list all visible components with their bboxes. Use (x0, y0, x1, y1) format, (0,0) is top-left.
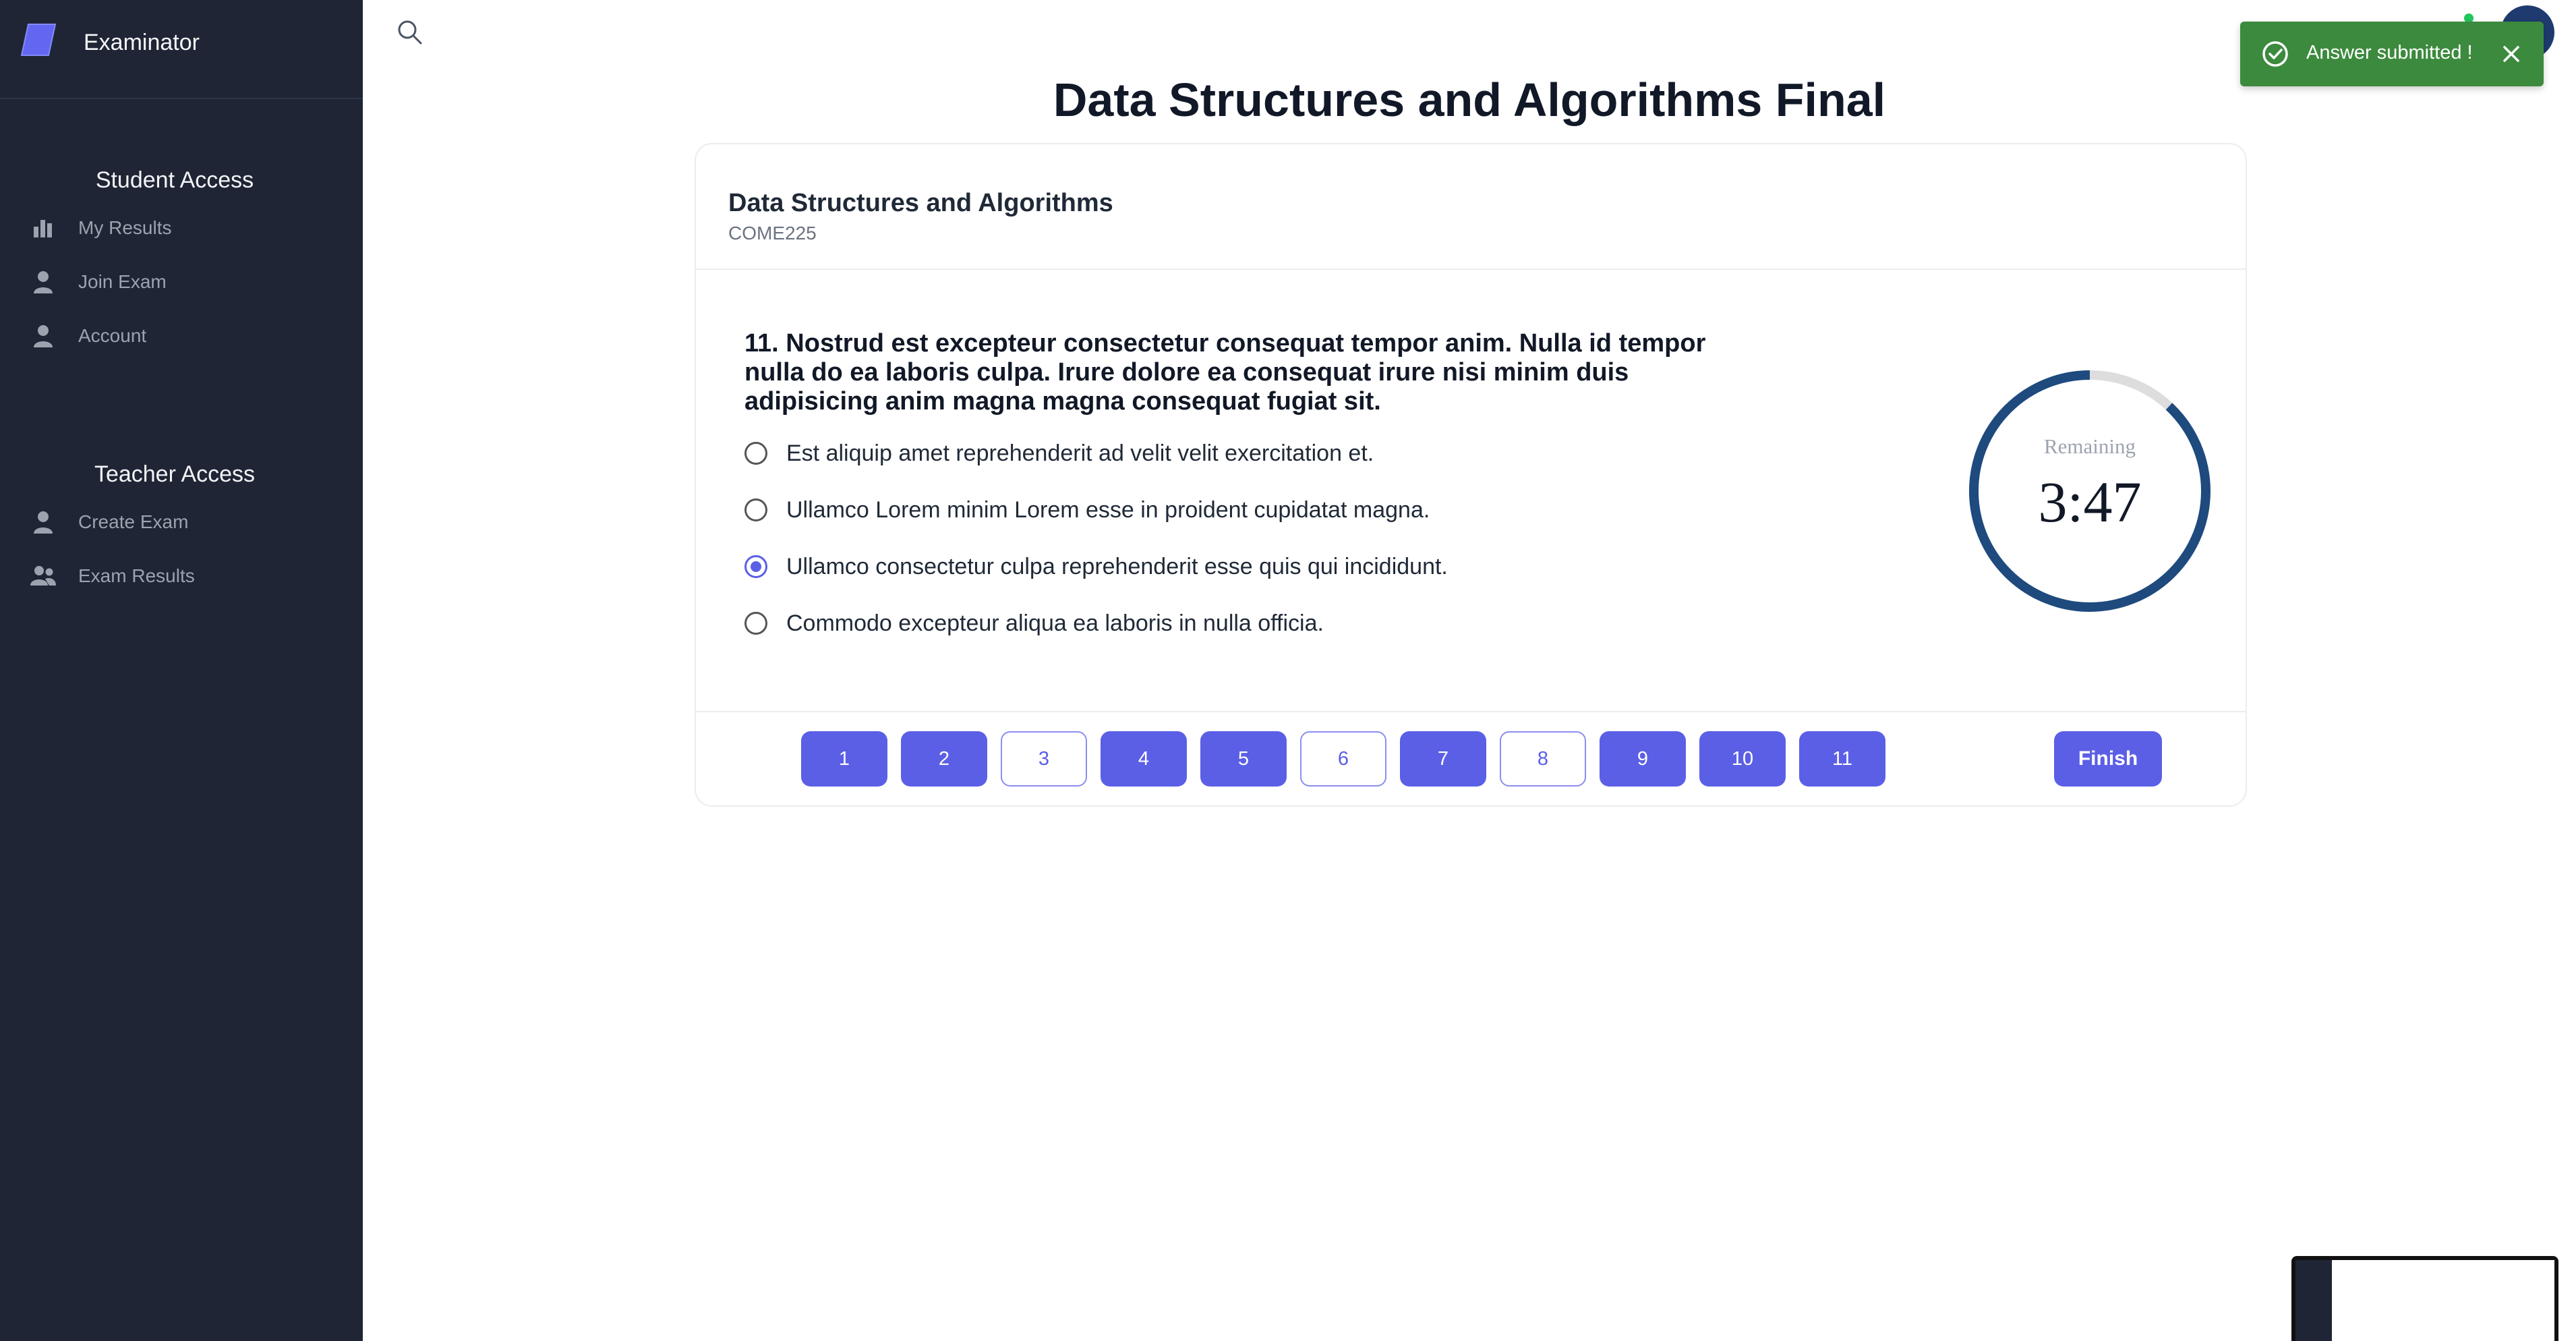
page-title: Data Structures and Algorithms Final (1053, 74, 1886, 126)
card-header: Data Structures and Algorithms COME225 (696, 144, 2246, 270)
question-nav-button-3[interactable]: 3 (1001, 731, 1087, 787)
option-label: Commodo excepteur aliqua ea laboris in n… (786, 610, 1324, 636)
users-icon (30, 563, 57, 590)
radio-button[interactable] (744, 442, 767, 465)
sidebar-item-label: Create Exam (78, 511, 189, 532)
bar-chart-icon (30, 215, 57, 241)
sidebar-item-label: Join Exam (78, 271, 167, 292)
radio-button[interactable] (744, 498, 767, 521)
sidebar-item-join-exam[interactable]: Join Exam (30, 262, 326, 302)
sidebar-item-label: Exam Results (78, 565, 195, 586)
sidebar-item-exam-results[interactable]: Exam Results (30, 556, 326, 596)
screen-preview-thumbnail (2291, 1256, 2558, 1341)
question-nav-button-6[interactable]: 6 (1300, 731, 1386, 787)
question-nav-button-5[interactable]: 5 (1200, 731, 1287, 787)
app-logo-icon (20, 24, 57, 56)
question-nav-button-11[interactable]: 11 (1799, 731, 1885, 787)
answer-option[interactable]: Est aliquip amet reprehenderit ad velit … (744, 433, 1689, 474)
sidebar-item-account[interactable]: Account (30, 316, 326, 356)
option-label: Ullamco consectetur culpa reprehenderit … (786, 553, 1448, 579)
question-nav-button-1[interactable]: 1 (801, 731, 887, 787)
check-circle-icon (2262, 41, 2288, 67)
question-nav-button-9[interactable]: 9 (1600, 731, 1686, 787)
sidebar-item-label: Account (78, 325, 147, 346)
timer-value: 3:47 (2038, 469, 2142, 534)
question-nav-button-7[interactable]: 7 (1400, 731, 1486, 787)
question-text: 11. Nostrud est excepteur consectetur co… (744, 329, 1706, 416)
sidebar: Examinator Student Access My Results Joi… (0, 0, 363, 1341)
question-nav-button-8[interactable]: 8 (1500, 731, 1586, 787)
answer-option[interactable]: Ullamco consectetur culpa reprehenderit … (744, 546, 1689, 587)
toast-message: Answer submitted ! (2306, 42, 2473, 63)
question-nav-button-4[interactable]: 4 (1101, 731, 1187, 787)
finish-button[interactable]: Finish (2054, 731, 2162, 787)
answer-option[interactable]: Ullamco Lorem minim Lorem esse in proide… (744, 490, 1689, 530)
student-access-title: Student Access (95, 167, 254, 193)
course-name: Data Structures and Algorithms (728, 189, 1113, 217)
course-code: COME225 (728, 223, 817, 244)
app-name: Examinator (84, 30, 200, 55)
sidebar-item-my-results[interactable]: My Results (30, 208, 326, 248)
teacher-access-title: Teacher Access (94, 461, 256, 487)
divider (696, 711, 2246, 712)
sidebar-item-label: My Results (78, 217, 172, 238)
sidebar-item-create-exam[interactable]: Create Exam (30, 502, 326, 542)
radio-button[interactable] (744, 612, 767, 635)
close-icon[interactable] (2498, 40, 2525, 67)
brand[interactable]: Examinator (0, 0, 363, 99)
timer-label: Remaining (2043, 434, 2136, 458)
radio-button-selected[interactable] (744, 555, 767, 578)
user-icon (30, 322, 57, 349)
search-icon[interactable] (395, 18, 425, 47)
question-nav-button-2[interactable]: 2 (901, 731, 987, 787)
option-label: Est aliquip amet reprehenderit ad velit … (786, 440, 1374, 466)
question-nav-button-10[interactable]: 10 (1699, 731, 1786, 787)
exam-card: Data Structures and Algorithms COME225 1… (695, 143, 2247, 807)
user-icon (30, 268, 57, 295)
answer-option[interactable]: Commodo excepteur aliqua ea laboris in n… (744, 603, 1689, 644)
user-icon (30, 509, 57, 536)
option-label: Ullamco Lorem minim Lorem esse in proide… (786, 496, 1430, 523)
